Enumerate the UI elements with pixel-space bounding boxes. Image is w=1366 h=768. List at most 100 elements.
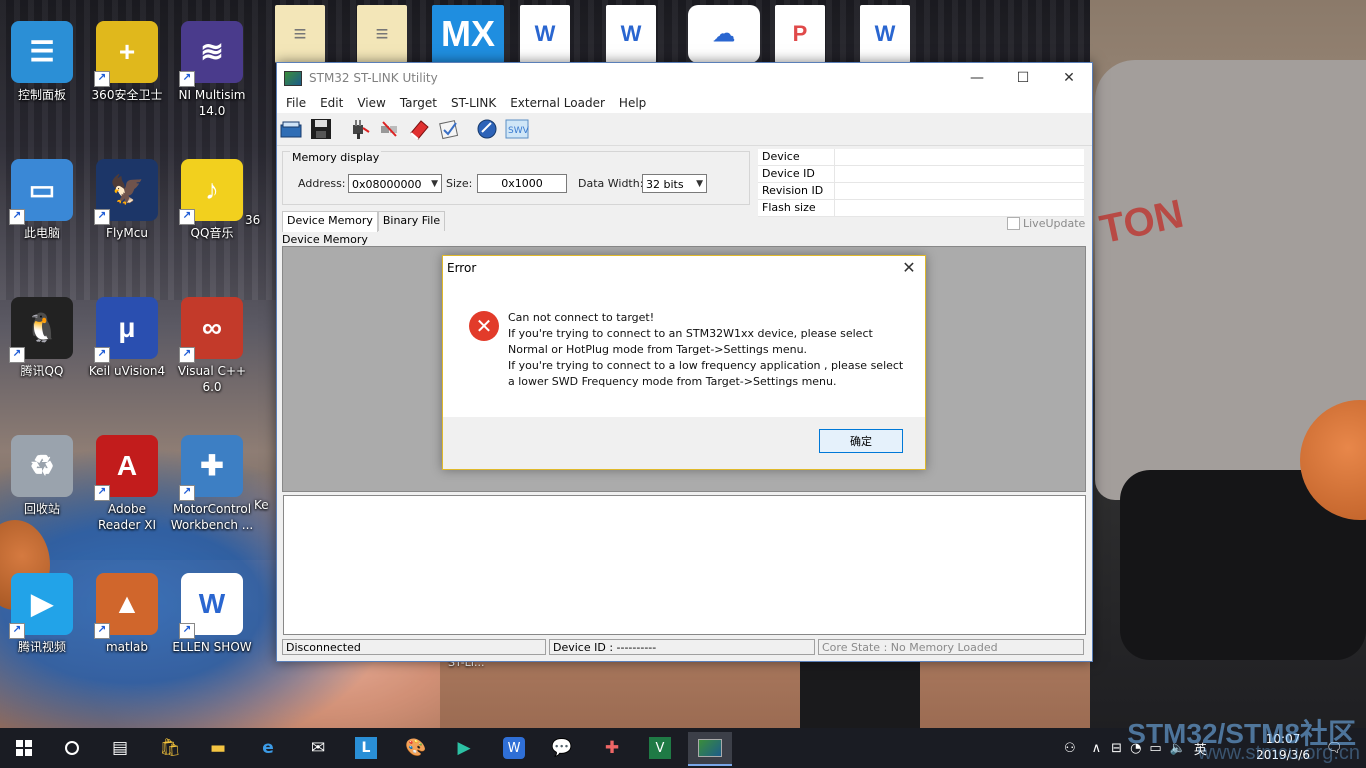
desktop-icon[interactable]: ✚ ↗ MotorControl Workbench ... [170,429,254,533]
desktop-icon-label: 控制面板 [17,88,66,102]
chevron-down-icon: ▼ [696,179,703,189]
cortana-search-icon[interactable] [52,732,92,764]
disconnect-icon[interactable] [377,117,401,141]
program-icon[interactable] [437,117,461,141]
app-icon: A ↗ [94,435,158,501]
desktop-icon[interactable]: ≋ ↗ NI Multisim 14.0 [170,15,254,119]
device-info-value [835,200,1084,216]
menu-view[interactable]: View [350,96,392,110]
ok-button[interactable]: 确定 [819,429,903,453]
desktop-icon-label: matlab [105,640,149,654]
wps-icon[interactable]: W [494,732,534,764]
people-icon[interactable]: ⚇ [1064,741,1076,756]
close-button[interactable]: ✕ [1046,63,1092,93]
device-info-value [835,166,1084,182]
size-label: Size: [446,177,473,190]
window-title: STM32 ST-LINK Utility [309,71,438,85]
menu-edit[interactable]: Edit [313,96,350,110]
save-icon[interactable] [309,117,333,141]
store-icon[interactable]: 🛍 [150,732,190,764]
desktop-icon[interactable]: ☁ [688,5,760,63]
edge-icon[interactable]: e [248,732,288,764]
menu-file[interactable]: File [279,96,313,110]
status-device-id: Device ID : ---------- [549,639,815,655]
desktop-icon[interactable]: ▲ ↗ matlab [85,567,169,655]
dialog-close-button[interactable]: ✕ [899,258,919,277]
svg-text:SWV: SWV [508,126,529,136]
start-button[interactable] [4,732,44,764]
app-icon: ∞ ↗ [179,297,243,363]
chevron-up-icon[interactable]: ∧ [1092,741,1102,756]
window-titlebar[interactable]: STM32 ST-LINK Utility — ☐ ✕ [277,63,1092,93]
task-view-icon[interactable]: ▤ [100,732,140,764]
menu-stlink[interactable]: ST-LINK [444,96,503,110]
tab-device-memory[interactable]: Device Memory [282,211,378,232]
desktop-icon[interactable]: W [606,5,656,63]
wechat-icon[interactable]: 💬 [542,732,582,764]
desktop-icon[interactable]: W [520,5,570,63]
minimize-button[interactable]: — [954,63,1000,93]
swv-icon[interactable]: SWV [505,117,529,141]
desktop-icon[interactable]: W [860,5,910,63]
device-memory-label: Device Memory [282,233,368,246]
file-explorer-icon[interactable]: ▬ [198,732,238,764]
desktop-icon[interactable]: MX [432,5,504,63]
desktop-icon-label: ELLEN SHOW [172,640,252,654]
motor-control-icon[interactable]: ✚ [592,732,632,764]
device-info-key: Flash size [758,200,835,216]
desktop-icon[interactable]: μ ↗ Keil uVision4 [85,291,169,379]
menu-help[interactable]: Help [612,96,653,110]
app-icon: + ↗ [94,21,158,87]
network-icon[interactable]: ⊟ [1111,741,1122,756]
device-info-row: Revision ID [758,183,1084,200]
live-update-checkbox[interactable]: LiveUpdate [1007,217,1085,230]
desktop-icon[interactable]: ♪ ↗ QQ音乐 [170,153,254,241]
checkbox-icon [1007,217,1020,230]
log-panel[interactable] [283,495,1086,635]
stlink-app-icon [284,70,302,86]
menu-bar: File Edit View Target ST-LINK External L… [277,93,1092,113]
menu-target[interactable]: Target [393,96,444,110]
chevron-down-icon: ▼ [431,179,438,189]
data-width-combo[interactable]: 32 bits ▼ [642,174,707,193]
device-info-table: Device Device ID Revision ID Flash size [758,149,1084,217]
mail-icon[interactable]: ✉ [298,732,338,764]
desktop-icon[interactable]: ▶ ↗ 腾讯视频 [0,567,84,655]
desktop-icon[interactable]: 🐧 ↗ 腾讯QQ [0,291,84,379]
shortcut-arrow-icon: ↗ [9,209,25,225]
desktop-icon[interactable]: ≡ [275,5,325,63]
shortcut-arrow-icon: ↗ [9,347,25,363]
open-icon[interactable] [279,117,303,141]
menu-external-loader[interactable]: External Loader [503,96,612,110]
shortcut-arrow-icon: ↗ [179,623,195,639]
paint-icon[interactable]: 🎨 [396,732,436,764]
excel-icon[interactable]: V [640,732,680,764]
tab-binary-file[interactable]: Binary File [377,211,446,231]
address-combo[interactable]: 0x08000000 ▼ [348,174,442,193]
status-core-state: Core State : No Memory Loaded [818,639,1084,655]
desktop-icon[interactable]: ≡ [357,5,407,63]
desktop-icon[interactable]: A ↗ Adobe Reader XI [85,429,169,533]
desktop-icon[interactable]: ▭ ↗ 此电脑 [0,153,84,241]
maximize-button[interactable]: ☐ [1000,63,1046,93]
update-icon[interactable] [475,117,499,141]
stlink-taskbar-icon[interactable] [688,732,732,766]
data-width-label: Data Width: [578,177,644,190]
desktop-icon[interactable]: ♻ 回收站 [0,429,84,517]
desktop-icon[interactable]: 🦅 ↗ FlyMcu [85,153,169,241]
app-icon: 🦅 ↗ [94,159,158,225]
dialog-title: Error [447,261,477,275]
dialog-footer: 确定 [443,417,925,469]
size-input[interactable]: 0x1000 [477,174,567,193]
app-icon: 🐧 ↗ [9,297,73,363]
desktop-icon[interactable]: W ↗ ELLEN SHOW [170,567,254,655]
app-icon: W ↗ [179,573,243,639]
desktop-icon[interactable]: + ↗ 360安全卫士 [85,15,169,103]
desktop-icon[interactable]: ☰ 控制面板 [0,15,84,103]
erase-icon[interactable] [407,117,431,141]
connect-icon[interactable] [347,117,371,141]
desktop-icon[interactable]: P [775,5,825,63]
desktop-icon[interactable]: ∞ ↗ Visual C++ 6.0 [170,291,254,395]
tencent-video-icon[interactable]: ▶ [444,732,484,764]
l-app-icon[interactable]: L [346,732,386,764]
